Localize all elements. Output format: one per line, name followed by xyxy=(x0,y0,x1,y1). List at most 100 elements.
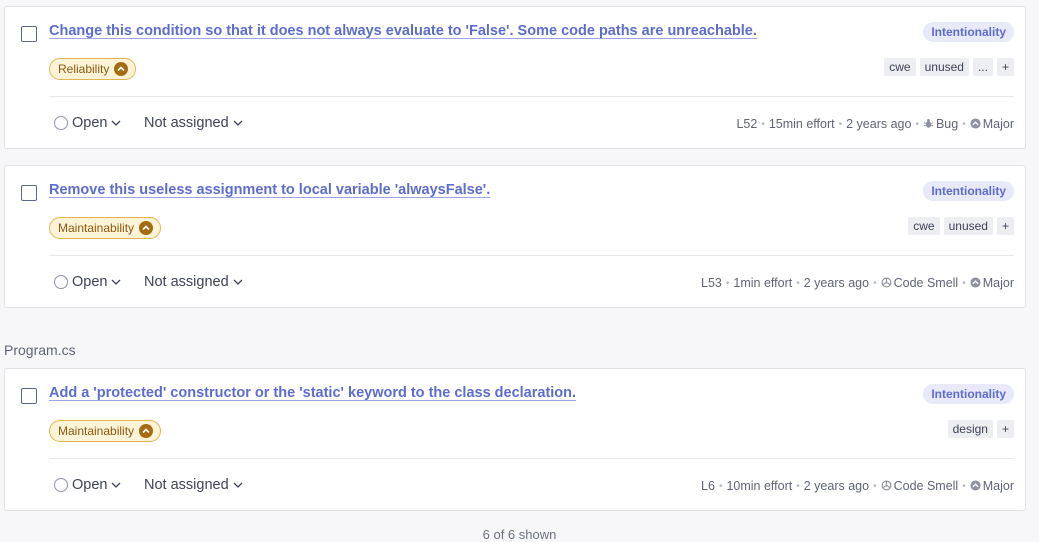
results-count: 6 of 6 shown xyxy=(482,527,557,542)
more-tags-button[interactable]: ... xyxy=(972,58,993,76)
major-severity-icon xyxy=(970,277,981,288)
bug-icon xyxy=(923,119,934,128)
issue-title-link[interactable]: Remove this useless assignment to local … xyxy=(49,182,490,198)
separator-dot: • xyxy=(962,118,966,130)
issue-select-checkbox[interactable] xyxy=(21,185,37,201)
tag-list: cwe unused + xyxy=(908,217,1014,235)
separator-dot: • xyxy=(718,480,723,492)
add-tag-button[interactable]: + xyxy=(996,420,1014,438)
major-severity-icon xyxy=(970,480,981,491)
status-dropdown[interactable]: Open xyxy=(54,477,121,493)
separator-dot: • xyxy=(873,277,877,289)
separator-dot: • xyxy=(915,118,919,130)
software-quality-label: Reliability xyxy=(58,62,110,76)
line-number-link[interactable]: L52 xyxy=(736,117,757,131)
chevron-down-icon xyxy=(233,120,243,126)
issue-meta: L52 • 15min effort • 2 years ago • Bug •… xyxy=(736,117,1014,131)
chevron-down-icon xyxy=(112,279,121,285)
severity-label: Major xyxy=(982,479,1014,493)
separator-dot: • xyxy=(962,480,966,492)
chevron-down-icon xyxy=(233,482,243,488)
issue-type-label: Code Smell xyxy=(893,479,959,493)
medium-impact-icon xyxy=(139,424,154,438)
issue-card: Change this condition so that it does no… xyxy=(4,6,1026,149)
effort-label: 10min effort xyxy=(726,479,793,493)
line-number-link[interactable]: L6 xyxy=(701,479,715,493)
separator-dot: • xyxy=(796,480,800,492)
severity: Major xyxy=(970,117,1014,131)
divider xyxy=(49,96,1014,97)
issue-type: Code Smell xyxy=(881,479,959,493)
issue-select-checkbox[interactable] xyxy=(21,26,37,42)
status-dropdown[interactable]: Open xyxy=(54,115,121,131)
effort-label: 1min effort xyxy=(733,276,793,290)
assignee-label: Not assigned xyxy=(144,115,229,131)
effort-label: 15min effort xyxy=(768,117,835,131)
issue-type: Bug xyxy=(923,117,958,131)
tag[interactable]: unused xyxy=(919,58,969,76)
divider xyxy=(49,255,1014,256)
assignee-dropdown[interactable]: Not assigned xyxy=(144,274,243,290)
tag[interactable]: cwe xyxy=(908,217,940,235)
status-dropdown[interactable]: Open xyxy=(54,274,121,290)
issue-title-link[interactable]: Add a 'protected' constructor or the 'st… xyxy=(49,385,576,401)
status-open-icon xyxy=(54,275,68,289)
status-label: Open xyxy=(72,274,108,290)
chevron-down-icon xyxy=(112,120,121,126)
chevron-down-icon xyxy=(233,279,243,285)
age-label: 2 years ago xyxy=(846,117,912,131)
add-tag-button[interactable]: + xyxy=(996,217,1014,235)
severity-label: Major xyxy=(982,117,1014,131)
severity: Major xyxy=(970,479,1014,493)
severity-label: Major xyxy=(982,276,1014,290)
status-open-icon xyxy=(54,116,68,130)
clean-code-attribute-badge: Intentionality xyxy=(923,181,1014,201)
issue-select-checkbox[interactable] xyxy=(21,388,37,404)
software-quality-pill[interactable]: Reliability xyxy=(49,58,137,80)
tag-list: cwe unused ... + xyxy=(884,58,1014,76)
code-smell-icon xyxy=(881,277,892,288)
status-label: Open xyxy=(72,115,108,131)
separator-dot: • xyxy=(873,480,877,492)
separator-dot: • xyxy=(725,277,730,289)
age-label: 2 years ago xyxy=(803,479,870,493)
separator-dot: • xyxy=(838,118,843,130)
software-quality-pill[interactable]: Maintainability xyxy=(49,420,162,442)
issue-card: Remove this useless assignment to local … xyxy=(4,165,1026,308)
severity: Major xyxy=(970,276,1014,290)
issue-type-label: Code Smell xyxy=(893,276,959,290)
issue-title-link[interactable]: Change this condition so that it does no… xyxy=(49,23,757,39)
software-quality-pill[interactable]: Maintainability xyxy=(49,217,162,239)
chevron-down-icon xyxy=(112,482,121,488)
tag-list: design + xyxy=(947,420,1014,438)
assignee-dropdown[interactable]: Not assigned xyxy=(144,115,243,131)
add-tag-button[interactable]: + xyxy=(996,58,1014,76)
issue-meta: L53 • 1min effort • 2 years ago • Code S… xyxy=(701,276,1014,290)
medium-impact-icon xyxy=(114,62,129,76)
software-quality-label: Maintainability xyxy=(58,424,135,438)
age-label: 2 years ago xyxy=(803,276,870,290)
code-smell-icon xyxy=(881,480,892,491)
major-severity-icon xyxy=(970,118,981,129)
assignee-label: Not assigned xyxy=(144,274,229,290)
tag[interactable]: design xyxy=(947,420,993,438)
issue-type: Code Smell xyxy=(881,276,959,290)
line-number-link[interactable]: L53 xyxy=(701,276,722,290)
separator-dot: • xyxy=(796,277,800,289)
status-open-icon xyxy=(54,478,68,492)
medium-impact-icon xyxy=(139,221,154,235)
clean-code-attribute-badge: Intentionality xyxy=(923,384,1014,404)
separator-dot: • xyxy=(761,118,765,130)
tag[interactable]: unused xyxy=(943,217,993,235)
status-label: Open xyxy=(72,477,108,493)
issue-type-label: Bug xyxy=(935,117,959,131)
file-group-heading: Program.cs xyxy=(4,342,76,358)
assignee-dropdown[interactable]: Not assigned xyxy=(144,477,243,493)
divider xyxy=(49,458,1014,459)
separator-dot: • xyxy=(962,277,966,289)
issue-card: Add a 'protected' constructor or the 'st… xyxy=(4,368,1026,511)
tag[interactable]: cwe xyxy=(884,58,916,76)
clean-code-attribute-badge: Intentionality xyxy=(923,22,1014,42)
issue-meta: L6 • 10min effort • 2 years ago • Code S… xyxy=(701,479,1014,493)
software-quality-label: Maintainability xyxy=(58,221,135,235)
